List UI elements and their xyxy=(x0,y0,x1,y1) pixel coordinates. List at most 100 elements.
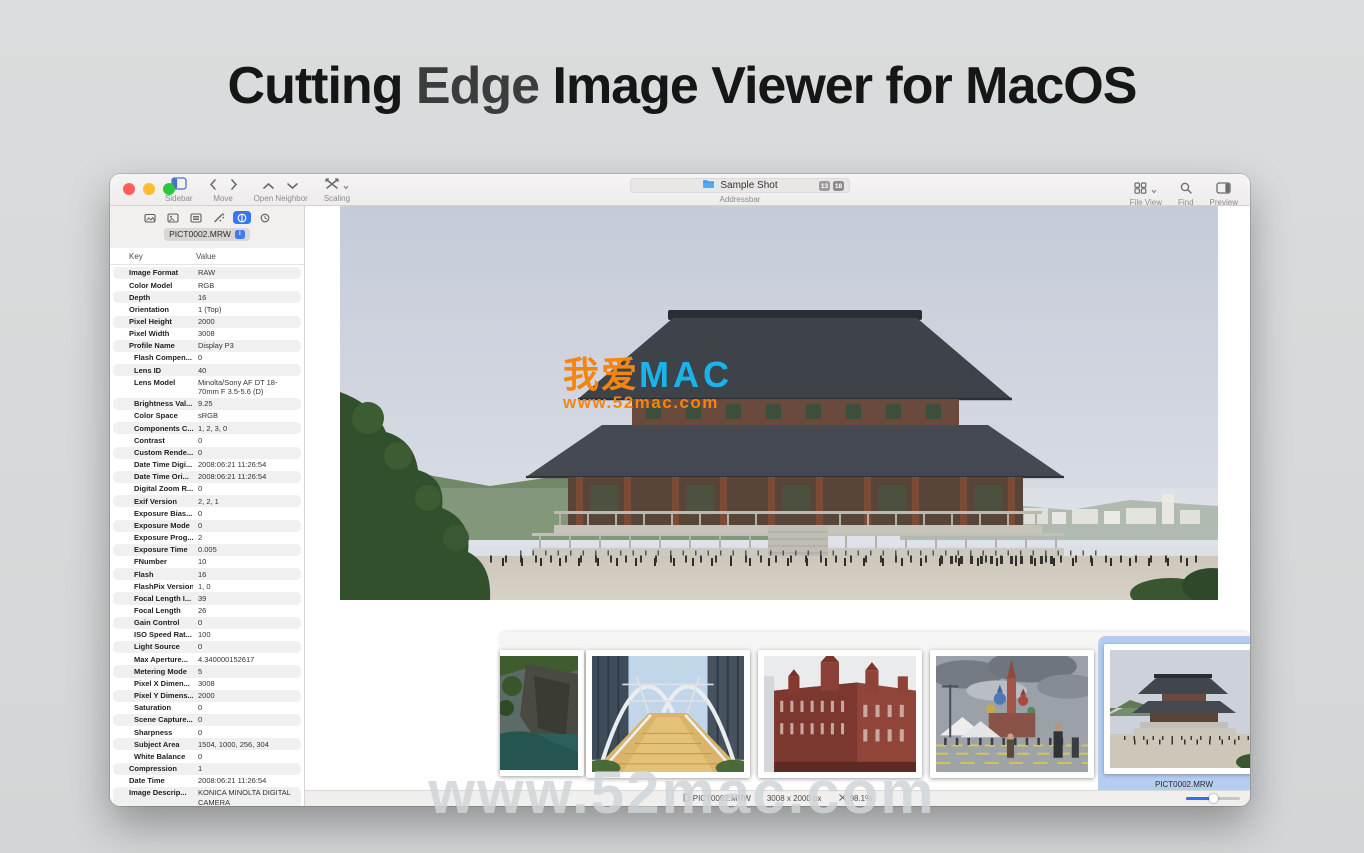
metadata-row[interactable]: Lens Model Minolta/Sony AF DT 18-70mm F … xyxy=(113,376,301,398)
metadata-row[interactable]: ISO Speed Rat... 100 xyxy=(113,629,301,641)
zoom-slider[interactable] xyxy=(1186,797,1240,800)
thumbnail-4[interactable] xyxy=(930,650,1094,778)
metadata-value: 2 xyxy=(193,533,298,542)
metadata-row[interactable]: Sharpness 0 xyxy=(113,726,301,738)
metadata-key: Date Time Digi... xyxy=(113,460,193,469)
metadata-row[interactable]: Gain Control 0 xyxy=(113,617,301,629)
thumbnail-2-image xyxy=(592,656,744,772)
metadata-row[interactable]: FNumber 10 xyxy=(113,556,301,568)
chevron-down-icon[interactable] xyxy=(287,177,298,195)
metadata-row[interactable]: Components C... 1, 2, 3, 0 xyxy=(113,422,301,434)
metadata-row[interactable]: Lens ID 40 xyxy=(113,364,301,376)
tab-image-icon[interactable] xyxy=(164,211,182,224)
addressbar-badge-1: 13 xyxy=(819,181,830,191)
metadata-key: ISO Speed Rat... xyxy=(113,630,193,639)
metadata-row[interactable]: Saturation 0 xyxy=(113,702,301,714)
metadata-row[interactable]: Exposure Mode 0 xyxy=(113,520,301,532)
metadata-row[interactable]: Subject Area 1504, 1000, 256, 304 xyxy=(113,738,301,750)
metadata-key: Date Time Ori... xyxy=(113,472,193,481)
metadata-value: 0 xyxy=(193,618,298,627)
metadata-row[interactable]: Date Time Digi... 2008:06:21 11:26:54 xyxy=(113,459,301,471)
tab-info-icon[interactable] xyxy=(233,211,251,224)
find-button[interactable]: Find xyxy=(1178,182,1194,207)
metadata-row[interactable]: Exposure Bias... 0 xyxy=(113,507,301,519)
metadata-row[interactable]: Color Model RGB xyxy=(113,279,301,291)
page-title-part3: Image Viewer for MacOS xyxy=(539,57,1136,115)
metadata-row[interactable]: Image Format RAW xyxy=(113,267,301,279)
metadata-row[interactable]: Date Time Ori... 2008:06:21 11:26:54 xyxy=(113,471,301,483)
metadata-row[interactable]: Flash Compen... 0 xyxy=(113,352,301,364)
zoom-slider-knob[interactable] xyxy=(1209,794,1218,803)
move-buttons[interactable]: Move xyxy=(209,178,238,203)
addressbar-badge-2: 18 xyxy=(833,181,844,191)
metadata-table-header: Key Value xyxy=(110,248,304,265)
main-photo[interactable]: 我爱MAC www.52mac.com xyxy=(340,206,1218,600)
metadata-row[interactable]: Custom Rende... 0 xyxy=(113,447,301,459)
chevron-right-icon[interactable] xyxy=(230,177,238,195)
metadata-row[interactable]: Image Descrip... KONICA MINOLTA DIGITAL … xyxy=(113,787,301,806)
metadata-row[interactable]: Exposure Time 0.005 xyxy=(113,544,301,556)
metadata-value: Display P3 xyxy=(193,341,298,350)
current-file-pill[interactable]: PICT0002.MRW i xyxy=(164,228,250,241)
metadata-row[interactable]: Exposure Prog... 2 xyxy=(113,532,301,544)
preview-button[interactable]: Preview xyxy=(1210,182,1238,207)
chevron-left-icon[interactable] xyxy=(209,177,217,195)
file-view-button[interactable]: File View xyxy=(1130,182,1162,207)
metadata-key: Custom Rende... xyxy=(113,448,193,457)
open-neighbor-buttons[interactable]: Open Neighbor xyxy=(254,178,308,203)
metadata-value: KONICA MINOLTA DIGITAL CAMERA xyxy=(193,788,298,806)
zoom-button[interactable] xyxy=(163,183,175,195)
metadata-key: Gain Control xyxy=(113,618,193,627)
addressbar-field[interactable]: Sample Shot 13 18 xyxy=(630,178,850,193)
addressbar[interactable]: Sample Shot 13 18 Addressbar xyxy=(630,178,850,204)
metadata-value: 0 xyxy=(193,521,298,530)
metadata-row[interactable]: Max Aperture... 4.340000152617 xyxy=(113,653,301,665)
metadata-row[interactable]: Pixel X Dimen... 3008 xyxy=(113,678,301,690)
metadata-row[interactable]: Color Space sRGB xyxy=(113,410,301,422)
tab-history-icon[interactable] xyxy=(256,211,274,224)
metadata-key: Pixel Height xyxy=(113,317,193,326)
metadata-row[interactable]: Pixel Height 2000 xyxy=(113,316,301,328)
thumbnail-5[interactable] xyxy=(1104,644,1250,774)
window-toolbar: Sidebar Move Open Neighbor Scaling xyxy=(110,174,1250,206)
metadata-row[interactable]: Metering Mode 5 xyxy=(113,665,301,677)
metadata-row[interactable]: Flash 16 xyxy=(113,568,301,580)
metadata-row[interactable]: Focal Length I... 39 xyxy=(113,592,301,604)
metadata-value: 0 xyxy=(193,752,298,761)
key-column-header: Key xyxy=(110,252,190,261)
metadata-row[interactable]: Compression 1 xyxy=(113,763,301,775)
metadata-value: 0 xyxy=(193,728,298,737)
metadata-row[interactable]: Focal Length 26 xyxy=(113,605,301,617)
metadata-key: Scene Capture... xyxy=(113,715,193,724)
metadata-key: White Balance xyxy=(113,752,193,761)
metadata-value: 0 xyxy=(193,715,298,724)
metadata-key: Depth xyxy=(113,293,193,302)
metadata-row[interactable]: White Balance 0 xyxy=(113,750,301,762)
metadata-key: Compression xyxy=(113,764,193,773)
metadata-row[interactable]: Date Time 2008:06:21 11:26:54 xyxy=(113,775,301,787)
tab-list-icon[interactable] xyxy=(187,211,205,224)
metadata-row[interactable]: Exif Version 2, 2, 1 xyxy=(113,495,301,507)
metadata-row[interactable]: FlashPix Version 1, 0 xyxy=(113,580,301,592)
metadata-row[interactable]: Digital Zoom R... 0 xyxy=(113,483,301,495)
tab-adjust-icon[interactable] xyxy=(210,211,228,224)
metadata-row[interactable]: Scene Capture... 0 xyxy=(113,714,301,726)
metadata-row[interactable]: Light Source 0 xyxy=(113,641,301,653)
metadata-row[interactable]: Pixel Y Dimens... 2000 xyxy=(113,690,301,702)
tab-folder-icon[interactable] xyxy=(141,211,159,224)
metadata-row[interactable]: Depth 16 xyxy=(113,291,301,303)
thumbnail-1-image xyxy=(500,656,578,770)
chevron-up-icon[interactable] xyxy=(263,177,274,195)
close-button[interactable] xyxy=(123,183,135,195)
metadata-row[interactable]: Profile Name Display P3 xyxy=(113,340,301,352)
metadata-row[interactable]: Orientation 1 (Top) xyxy=(113,303,301,315)
scaling-button[interactable]: Scaling xyxy=(324,178,350,203)
photo-watermark: 我爱MAC www.52mac.com xyxy=(563,356,733,412)
page-title-part2: Edge xyxy=(416,57,539,115)
metadata-value: 1, 2, 3, 0 xyxy=(193,424,298,433)
minimize-button[interactable] xyxy=(143,183,155,195)
metadata-row[interactable]: Contrast 0 xyxy=(113,434,301,446)
metadata-key: Color Model xyxy=(113,281,193,290)
metadata-row[interactable]: Brightness Val... 9.25 xyxy=(113,398,301,410)
metadata-row[interactable]: Pixel Width 3008 xyxy=(113,328,301,340)
